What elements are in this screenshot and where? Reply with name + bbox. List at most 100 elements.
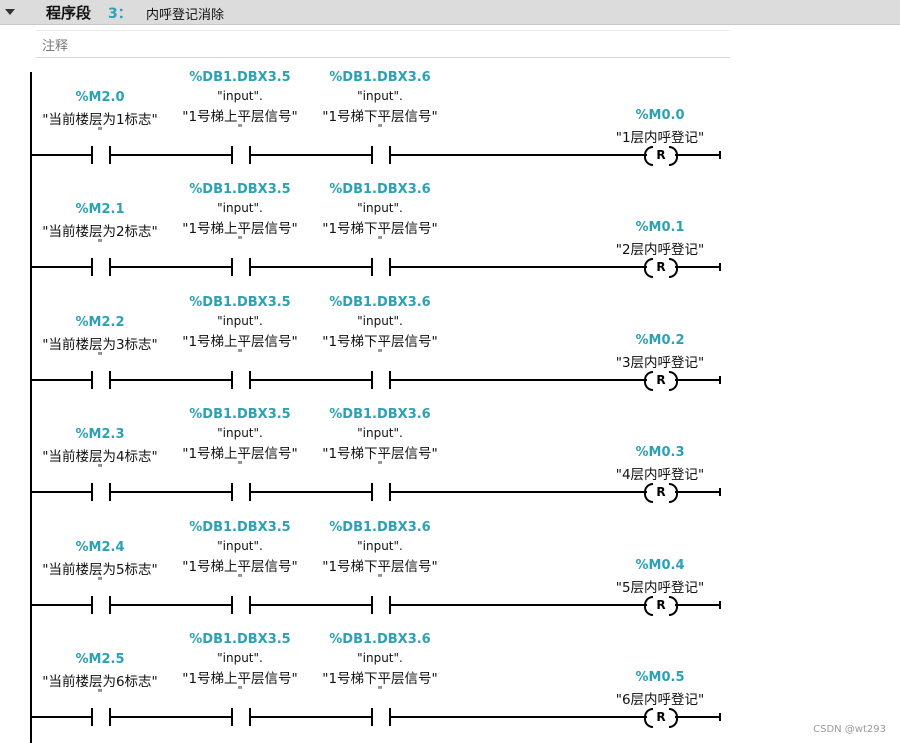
normally-open-contact[interactable] [231,596,251,614]
db-name: "input". [357,651,403,665]
coil-arc-right [669,483,678,503]
operand-address[interactable]: %DB1.DBX3.6 [300,632,460,647]
operand-address[interactable]: %M2.4 [30,540,170,555]
operand-address[interactable]: %DB1.DBX3.5 [160,632,320,647]
normally-open-contact[interactable] [231,146,251,164]
operand-address[interactable]: %M2.1 [30,202,170,217]
ladder-rung: %M2.2 "当前楼层为3标志" " %DB1.DBX3.5 "input". "1号梯上… [0,285,900,397]
normally-open-contact[interactable] [231,483,251,501]
normally-open-contact[interactable] [371,146,391,164]
coil-arc-left [644,483,653,503]
contact-bar-left [91,483,93,501]
operand-address[interactable]: %DB1.DBX3.6 [300,70,460,85]
contact-bar-left [91,146,93,164]
contact-bar-left [371,708,373,726]
tag-close-quote: " [237,684,243,697]
normally-open-contact[interactable] [91,596,111,614]
tag-close-quote: " [377,459,383,472]
coil-address[interactable]: %M0.1 [600,220,720,235]
normally-open-contact[interactable] [231,258,251,276]
normally-open-contact[interactable] [91,483,111,501]
network-comment-field[interactable]: 注释 [36,30,730,58]
rung-wire-segment [109,266,231,268]
normally-open-contact[interactable] [231,708,251,726]
coil-arc-left [644,708,653,728]
contact-bar-left [371,258,373,276]
coil-address[interactable]: %M0.0 [600,108,720,123]
coil-type-label: R [656,373,666,387]
tag-close-quote: " [377,572,383,585]
normally-open-contact[interactable] [231,371,251,389]
reset-coil[interactable]: R [644,371,678,391]
operand-address[interactable]: %M2.0 [30,90,170,105]
operand-address[interactable]: %DB1.DBX3.6 [300,520,460,535]
tag-close-quote: " [237,234,243,247]
operand-address[interactable]: %M2.2 [30,315,170,330]
rung-end-tick [719,151,721,159]
coil-type-label: R [656,598,666,612]
coil-arc-right [669,371,678,391]
rung-wire-segment [30,154,91,156]
coil-address[interactable]: %M0.2 [600,333,720,348]
operand-address[interactable]: %DB1.DBX3.5 [160,70,320,85]
reset-coil[interactable]: R [644,258,678,278]
ladder-diagram: %M2.0 "当前楼层为1标志" " %DB1.DBX3.5 "input". "1号梯上… [0,60,900,743]
reset-coil[interactable]: R [644,146,678,166]
ladder-rung: %M2.4 "当前楼层为5标志" " %DB1.DBX3.5 "input". "1号梯上… [0,510,900,622]
collapse-toggle-icon[interactable] [4,4,16,20]
operand-address[interactable]: %DB1.DBX3.5 [160,295,320,310]
operand-address[interactable]: %M2.3 [30,427,170,442]
network-title[interactable]: 内呼登记消除 [146,4,224,23]
tag-close-quote: " [377,347,383,360]
rung-wire-segment [109,604,231,606]
contact-bar-right [389,371,391,389]
contact-bar-right [109,708,111,726]
reset-coil[interactable]: R [644,708,678,728]
coil-address[interactable]: %M0.5 [600,670,720,685]
rung-end-tick [719,263,721,271]
normally-open-contact[interactable] [91,146,111,164]
contact-bar-right [249,258,251,276]
normally-open-contact[interactable] [91,708,111,726]
normally-open-contact[interactable] [91,258,111,276]
operand-address[interactable]: %DB1.DBX3.6 [300,407,460,422]
normally-open-contact[interactable] [371,371,391,389]
operand-address[interactable]: %DB1.DBX3.5 [160,407,320,422]
rung-wire-segment [30,604,91,606]
contact-bar-right [389,146,391,164]
network-header[interactable]: 程序段 3： 内呼登记消除 [0,0,900,25]
db-name: "input". [217,539,263,553]
normally-open-contact[interactable] [91,371,111,389]
normally-open-contact[interactable] [371,596,391,614]
contact-bar-left [91,258,93,276]
normally-open-contact[interactable] [371,258,391,276]
rung-wire-segment [389,604,647,606]
operand-address[interactable]: %M2.5 [30,652,170,667]
comment-placeholder: 注释 [42,39,69,54]
coil-type-label: R [656,260,666,274]
coil-address[interactable]: %M0.3 [600,445,720,460]
db-name: "input". [357,89,403,103]
contact-bar-left [371,371,373,389]
contact-bar-right [109,483,111,501]
contact-bar-right [109,596,111,614]
normally-open-contact[interactable] [371,483,391,501]
contact-bar-left [91,596,93,614]
coil-tag: "5层内呼登记" [615,580,705,596]
operand-address[interactable]: %DB1.DBX3.5 [160,182,320,197]
operand-address[interactable]: %DB1.DBX3.5 [160,520,320,535]
ladder-rung: %M2.0 "当前楼层为1标志" " %DB1.DBX3.5 "input". "1号梯上… [0,60,900,172]
rung-wire-segment [249,379,371,381]
tag-close-quote: " [97,237,103,250]
rung-wire-segment [249,716,371,718]
tag-close-quote: " [377,122,383,135]
rung-wire-segment [249,154,371,156]
operand-address[interactable]: %DB1.DBX3.6 [300,295,460,310]
reset-coil[interactable]: R [644,596,678,616]
coil-address[interactable]: %M0.4 [600,558,720,573]
normally-open-contact[interactable] [371,708,391,726]
reset-coil[interactable]: R [644,483,678,503]
contact-bar-right [389,483,391,501]
tag-close-quote: " [377,234,383,247]
operand-address[interactable]: %DB1.DBX3.6 [300,182,460,197]
